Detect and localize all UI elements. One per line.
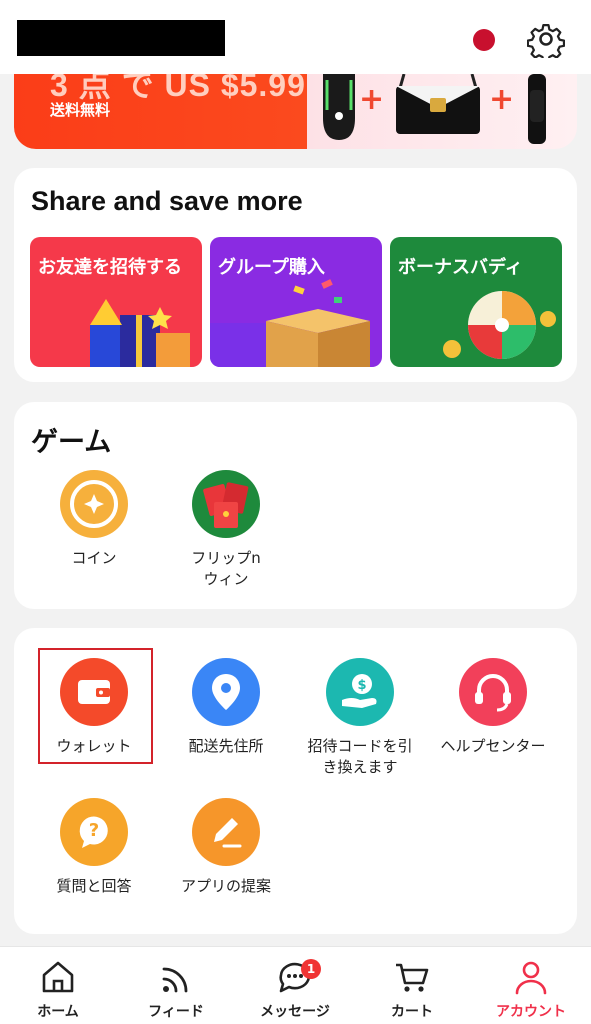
coin-icon — [60, 470, 128, 538]
nav-cart[interactable]: カート — [362, 957, 462, 1021]
app-suggestion-label: アプリの提案 — [180, 877, 271, 895]
home-icon — [38, 957, 78, 997]
top-header — [0, 0, 591, 74]
invite-friends-tile[interactable]: お友達を招待する — [30, 237, 202, 367]
mouse-product-image — [319, 74, 359, 148]
invite-friends-label: お友達を招待する — [38, 257, 182, 278]
headset-icon — [459, 658, 527, 726]
gear-icon[interactable] — [526, 20, 566, 63]
japan-flag-icon[interactable] — [473, 29, 495, 51]
cart-icon — [392, 957, 432, 997]
smartband-product-image — [522, 74, 552, 148]
red-envelopes-icon — [192, 470, 260, 538]
share-save-card: Share and save more お友達を招待する グループ購入 ボーナス… — [14, 168, 577, 382]
nav-messages[interactable]: 1 メッセージ — [245, 957, 345, 1021]
question-icon: ? — [60, 798, 128, 866]
wallet-icon — [60, 658, 128, 726]
redeem-code-item[interactable]: $ 招待コードを引 き換えます — [298, 658, 422, 778]
dollar-hand-icon: $ — [326, 658, 394, 726]
rss-feed-icon — [156, 957, 196, 997]
coin-item[interactable]: コイン — [34, 470, 154, 569]
pen-edit-icon — [192, 798, 260, 866]
qa-item[interactable]: ? 質問と回答 — [34, 798, 154, 897]
services-card: ウォレット 配送先住所 $ 招待コードを引 き換えます ヘルプセンター ? 質問… — [14, 628, 577, 934]
wallet-item[interactable]: ウォレット — [34, 658, 154, 757]
help-center-item[interactable]: ヘルプセンター — [430, 658, 556, 757]
nav-feed-label: フィード — [148, 1004, 204, 1020]
message-badge: 1 — [301, 959, 321, 979]
bottom-nav: ホーム フィード 1 メッセージ カート アカウント — [0, 946, 591, 1024]
shipping-address-label: 配送先住所 — [188, 737, 264, 755]
chat-bubble-icon: 1 — [275, 957, 321, 997]
nav-account-label: アカウント — [496, 1004, 566, 1020]
plus-icon: + — [489, 82, 515, 117]
games-card: ゲーム コイン フリップn ウィン — [14, 402, 577, 609]
user-icon — [511, 957, 551, 997]
nav-cart-label: カート — [391, 1004, 433, 1020]
nav-home-label: ホーム — [37, 1004, 79, 1020]
qa-label: 質問と回答 — [56, 877, 132, 895]
nav-messages-label: メッセージ — [260, 1004, 330, 1020]
bonus-buddy-label: ボーナスバディ — [398, 257, 523, 278]
games-title: ゲーム — [31, 427, 112, 457]
coin-label: コイン — [71, 549, 117, 567]
redeem-code-label: 招待コードを引 き換えます — [307, 737, 413, 776]
banner-subtext: 送料無料 — [50, 101, 111, 119]
wallet-label: ウォレット — [56, 737, 132, 755]
group-buy-label: グループ購入 — [218, 257, 325, 278]
nav-account[interactable]: アカウント — [481, 957, 581, 1021]
group-buy-tile[interactable]: グループ購入 — [210, 237, 382, 367]
promo-banner[interactable]: 3 点 で US $5.99 送料無料 + + — [14, 74, 577, 149]
handbag-product-image — [392, 74, 484, 140]
flip-n-win-label: フリップn ウィン — [191, 549, 261, 588]
help-center-label: ヘルプセンター — [440, 737, 546, 755]
app-suggestion-item[interactable]: アプリの提案 — [166, 798, 286, 897]
flip-n-win-item[interactable]: フリップn ウィン — [166, 470, 286, 590]
location-pin-icon — [192, 658, 260, 726]
share-tiles: お友達を招待する グループ購入 ボーナスバディ — [30, 237, 562, 367]
svg-text:$: $ — [357, 678, 366, 693]
nav-home[interactable]: ホーム — [8, 957, 108, 1021]
shipping-address-item[interactable]: 配送先住所 — [166, 658, 286, 757]
plus-icon: + — [359, 82, 385, 117]
redacted-title — [17, 20, 225, 56]
bonus-buddy-tile[interactable]: ボーナスバディ — [390, 237, 562, 367]
nav-feed[interactable]: フィード — [126, 957, 226, 1021]
svg-text:?: ? — [89, 820, 99, 841]
share-save-title: Share and save more — [31, 186, 303, 216]
